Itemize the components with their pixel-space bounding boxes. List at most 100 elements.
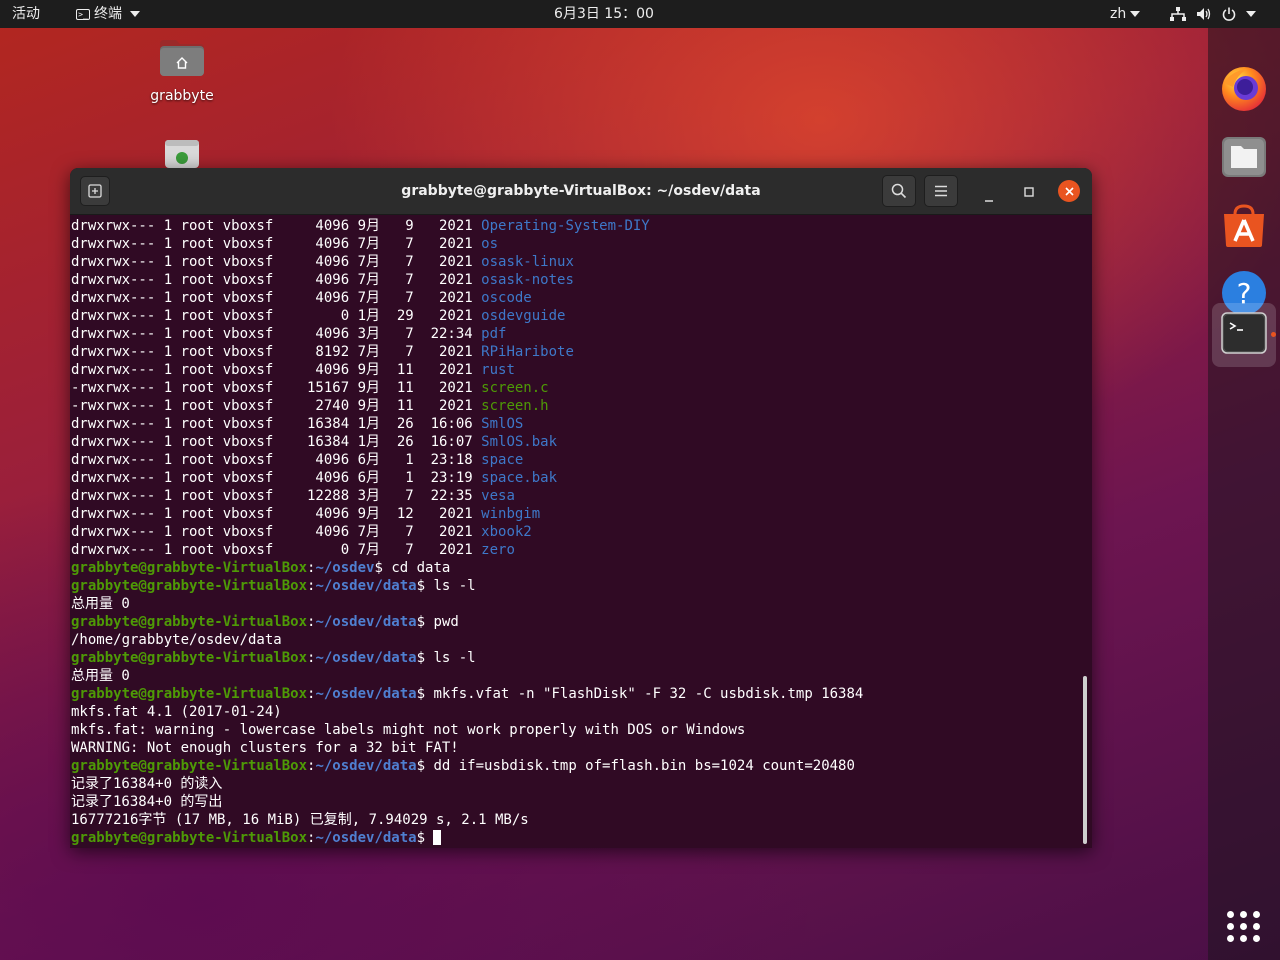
command-text: ls -l xyxy=(433,650,476,666)
prompt-user: grabbyte@grabbyte-VirtualBox xyxy=(71,614,308,630)
output-text: 记录了16384+0 的读入 xyxy=(71,776,223,792)
command-text: ls -l xyxy=(433,578,476,594)
hamburger-menu-button[interactable] xyxy=(924,175,958,207)
prompt-user: grabbyte@grabbyte-VirtualBox xyxy=(71,686,308,702)
prompt-path: ~/osdev/data xyxy=(315,830,417,846)
output-line: mkfs.fat 4.1 (2017-01-24) xyxy=(71,703,863,721)
desktop-trash[interactable] xyxy=(160,138,204,172)
ls-row: drwxrwx--- 1 root vboxsf 4096 6月 1 23:18… xyxy=(71,451,863,469)
directory-name: Operating-System-DIY xyxy=(481,218,650,234)
power-icon xyxy=(1222,7,1236,21)
directory-name: RPiHaribote xyxy=(481,344,574,360)
ls-row-meta: drwxrwx--- 1 root vboxsf 16384 1月 26 16:… xyxy=(71,434,482,450)
input-method-menu[interactable]: zh xyxy=(1110,0,1141,28)
prompt-symbol: $ xyxy=(374,560,392,576)
title-bar[interactable]: grabbyte@grabbyte-VirtualBox: ~/osdev/da… xyxy=(70,168,1092,215)
output-line: 总用量 0 xyxy=(71,667,863,685)
directory-name: osask-notes xyxy=(481,272,574,288)
search-button[interactable] xyxy=(882,175,916,207)
desktop-home-folder[interactable]: grabbyte xyxy=(140,38,224,104)
show-apps-icon[interactable] xyxy=(1226,908,1262,944)
prompt-path: ~/osdev xyxy=(315,560,375,576)
ls-row: drwxrwx--- 1 root vboxsf 0 7月 7 2021 zer… xyxy=(71,541,863,559)
output-text: /home/grabbyte/osdev/data xyxy=(71,632,282,648)
ls-row-meta: drwxrwx--- 1 root vboxsf 4096 3月 7 22:34 xyxy=(71,326,482,342)
output-line: 16777216字节 (17 MB, 16 MiB) 已复制, 7.94029 … xyxy=(71,811,863,829)
dock-firefox[interactable] xyxy=(1218,62,1270,114)
ls-row-meta: drwxrwx--- 1 root vboxsf 0 1月 29 2021 xyxy=(71,308,482,324)
prompt-symbol: $ xyxy=(416,578,434,594)
prompt-path: ~/osdev/data xyxy=(315,758,417,774)
prompt-path: ~/osdev/data xyxy=(315,686,417,702)
output-text: mkfs.fat: warning - lowercase labels mig… xyxy=(71,722,746,738)
dock-files[interactable] xyxy=(1218,131,1270,183)
output-line: /home/grabbyte/osdev/data xyxy=(71,631,863,649)
terminal-lines: drwxrwx--- 1 root vboxsf 4096 9月 9 2021 … xyxy=(71,217,863,847)
directory-name: vesa xyxy=(481,488,515,504)
ls-row-meta: drwxrwx--- 1 root vboxsf 12288 3月 7 22:3… xyxy=(71,488,482,504)
close-icon xyxy=(1064,186,1074,196)
directory-name: osask-linux xyxy=(481,254,574,270)
terminal-window[interactable]: grabbyte@grabbyte-VirtualBox: ~/osdev/da… xyxy=(70,168,1092,848)
ls-row-meta: drwxrwx--- 1 root vboxsf 4096 6月 1 23:18 xyxy=(71,452,482,468)
scrollbar[interactable] xyxy=(1083,676,1087,844)
directory-name: SmlOS.bak xyxy=(481,434,558,450)
directory-name: osdevguide xyxy=(481,308,566,324)
file-name: screen.c xyxy=(481,380,549,396)
maximize-button[interactable] xyxy=(1018,181,1040,203)
ls-row-meta: drwxrwx--- 1 root vboxsf 4096 9月 12 2021 xyxy=(71,506,482,522)
command-text: mkfs.vfat -n "FlashDisk" -F 32 -C usbdis… xyxy=(433,686,864,702)
output-line: mkfs.fat: warning - lowercase labels mig… xyxy=(71,721,863,739)
command-text: cd data xyxy=(391,560,451,576)
ls-row: drwxrwx--- 1 root vboxsf 16384 1月 26 16:… xyxy=(71,433,863,451)
output-line: 总用量 0 xyxy=(71,595,863,613)
files-icon xyxy=(1222,137,1266,177)
output-line: 记录了16384+0 的读入 xyxy=(71,775,863,793)
ls-row-meta: drwxrwx--- 1 root vboxsf 4096 9月 9 2021 xyxy=(71,218,482,234)
clock[interactable]: 6月3日 15：00 xyxy=(0,0,1208,28)
prompt-user: grabbyte@grabbyte-VirtualBox xyxy=(71,560,308,576)
prompt-line: grabbyte@grabbyte-VirtualBox:~/osdev/dat… xyxy=(71,757,863,775)
prompt-symbol: $ xyxy=(416,614,434,630)
system-menu[interactable] xyxy=(1170,0,1256,28)
directory-name: pdf xyxy=(481,326,507,342)
ls-row: drwxrwx--- 1 root vboxsf 16384 1月 26 16:… xyxy=(71,415,863,433)
ls-row: drwxrwx--- 1 root vboxsf 4096 9月 12 2021… xyxy=(71,505,863,523)
directory-name: os xyxy=(481,236,499,252)
volume-icon xyxy=(1197,8,1211,20)
search-icon xyxy=(891,183,907,199)
ls-row: drwxrwx--- 1 root vboxsf 4096 7月 7 2021 … xyxy=(71,271,863,289)
firefox-icon xyxy=(1222,67,1266,111)
ls-row: drwxrwx--- 1 root vboxsf 4096 7月 7 2021 … xyxy=(71,235,863,253)
home-folder-icon xyxy=(160,40,204,76)
ls-row: drwxrwx--- 1 root vboxsf 12288 3月 7 22:3… xyxy=(71,487,863,505)
ls-row-meta: -rwxrwx--- 1 root vboxsf 2740 9月 11 2021 xyxy=(71,398,482,414)
output-text: 记录了16384+0 的写出 xyxy=(71,794,223,810)
prompt-path: ~/osdev/data xyxy=(315,614,417,630)
output-text: 总用量 0 xyxy=(71,596,130,612)
ls-row-meta: drwxrwx--- 1 root vboxsf 8192 7月 7 2021 xyxy=(71,344,482,360)
ls-row: drwxrwx--- 1 root vboxsf 4096 9月 9 2021 … xyxy=(71,217,863,235)
close-button[interactable] xyxy=(1058,180,1080,202)
prompt-user: grabbyte@grabbyte-VirtualBox xyxy=(71,758,308,774)
ls-row: -rwxrwx--- 1 root vboxsf 15167 9月 11 202… xyxy=(71,379,863,397)
input-method-label: zh xyxy=(1110,6,1127,22)
software-icon xyxy=(1224,204,1264,247)
output-line: WARNING: Not enough clusters for a 32 bi… xyxy=(71,739,863,757)
terminal-output[interactable]: drwxrwx--- 1 root vboxsf 4096 9月 9 2021 … xyxy=(70,215,1080,848)
prompt-line: grabbyte@grabbyte-VirtualBox:~/osdev/dat… xyxy=(71,685,863,703)
dock-software[interactable] xyxy=(1218,200,1270,252)
directory-name: oscode xyxy=(481,290,532,306)
prompt-symbol: $ xyxy=(416,830,434,846)
ls-row-meta: drwxrwx--- 1 root vboxsf 16384 1月 26 16:… xyxy=(71,416,482,432)
prompt-line: grabbyte@grabbyte-VirtualBox:~/osdev/dat… xyxy=(71,613,863,631)
output-text: WARNING: Not enough clusters for a 32 bi… xyxy=(71,740,459,756)
maximize-icon xyxy=(1024,187,1034,197)
minimize-button[interactable] xyxy=(978,181,1000,203)
ls-row: drwxrwx--- 1 root vboxsf 4096 3月 7 22:34… xyxy=(71,325,863,343)
chevron-down-icon xyxy=(1246,11,1256,17)
home-folder-label: grabbyte xyxy=(150,88,214,104)
prompt-user: grabbyte@grabbyte-VirtualBox xyxy=(71,650,308,666)
dock-terminal[interactable] xyxy=(1218,307,1270,359)
ls-row: drwxrwx--- 1 root vboxsf 4096 7月 7 2021 … xyxy=(71,253,863,271)
